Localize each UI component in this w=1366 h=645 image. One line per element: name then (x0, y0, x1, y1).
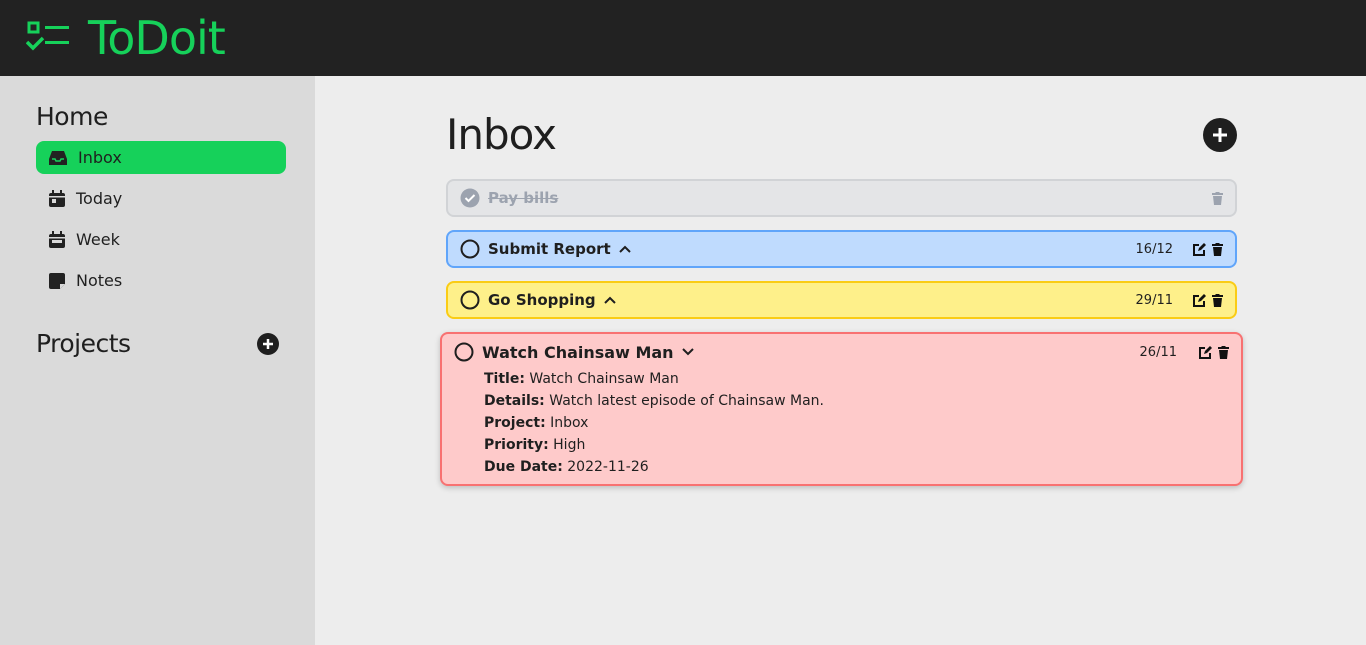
sidebar: Home Inbox Today Week Notes Projects (0, 76, 315, 645)
detail-title: Watch Chainsaw Man (529, 371, 679, 387)
task-item[interactable]: Submit Report 16/12 (446, 230, 1237, 268)
task-date: 29/11 (1135, 292, 1173, 308)
edit-icon[interactable] (1193, 293, 1206, 307)
calendar-day-icon (49, 190, 65, 207)
detail-label: Due Date: (484, 459, 563, 475)
chevron-down-icon[interactable] (681, 348, 694, 356)
task-title: Pay bills (488, 189, 559, 207)
inbox-icon (49, 150, 67, 165)
task-item[interactable]: Go Shopping 29/11 (446, 281, 1237, 319)
detail-label: Details: (484, 393, 545, 409)
task-item[interactable]: Pay bills (446, 179, 1237, 217)
task-title: Submit Report (488, 240, 611, 258)
task-date: 16/12 (1135, 241, 1173, 257)
checked-circle-icon[interactable] (460, 188, 480, 208)
sidebar-item-week[interactable]: Week (36, 223, 286, 256)
task-item-expanded[interactable]: Watch Chainsaw Man 26/11 Title: Watch Ch… (440, 332, 1243, 486)
add-project-button[interactable] (257, 332, 279, 355)
detail-due-date: 2022-11-26 (567, 459, 649, 475)
edit-icon[interactable] (1199, 345, 1212, 359)
logo-icon (26, 21, 69, 51)
projects-heading: Projects (36, 329, 131, 358)
main-content: Inbox Pay bills Submit Report 16/12 Go S… (315, 76, 1366, 645)
note-icon (49, 272, 65, 289)
delete-icon[interactable] (1212, 293, 1223, 307)
task-date: 26/11 (1139, 344, 1177, 360)
detail-description: Watch latest episode of Chainsaw Man. (549, 393, 824, 409)
edit-icon[interactable] (1193, 242, 1206, 256)
task-title: Go Shopping (488, 291, 596, 309)
detail-label: Project: (484, 415, 546, 431)
page-title: Inbox (446, 110, 557, 159)
chevron-up-icon[interactable] (603, 296, 616, 304)
app-header: ToDoit (0, 0, 1366, 76)
detail-label: Title: (484, 371, 525, 387)
delete-icon[interactable] (1218, 345, 1229, 359)
sidebar-item-notes[interactable]: Notes (36, 264, 286, 297)
detail-label: Priority: (484, 437, 549, 453)
detail-priority: High (553, 437, 586, 453)
chevron-up-icon[interactable] (619, 245, 631, 253)
task-details: Title: Watch Chainsaw Man Details: Watch… (454, 368, 1229, 478)
calendar-week-icon (49, 231, 65, 248)
delete-icon[interactable] (1212, 191, 1223, 205)
sidebar-item-inbox[interactable]: Inbox (36, 141, 286, 174)
task-title: Watch Chainsaw Man (482, 342, 674, 362)
unchecked-circle-icon[interactable] (460, 239, 480, 259)
detail-project: Inbox (550, 415, 589, 431)
delete-icon[interactable] (1212, 242, 1223, 256)
unchecked-circle-icon[interactable] (454, 342, 474, 362)
add-task-button[interactable] (1203, 117, 1237, 152)
app-logo: ToDoit (88, 11, 226, 65)
unchecked-circle-icon[interactable] (460, 290, 480, 310)
home-heading: Home (36, 102, 108, 131)
sidebar-item-today[interactable]: Today (36, 182, 286, 215)
